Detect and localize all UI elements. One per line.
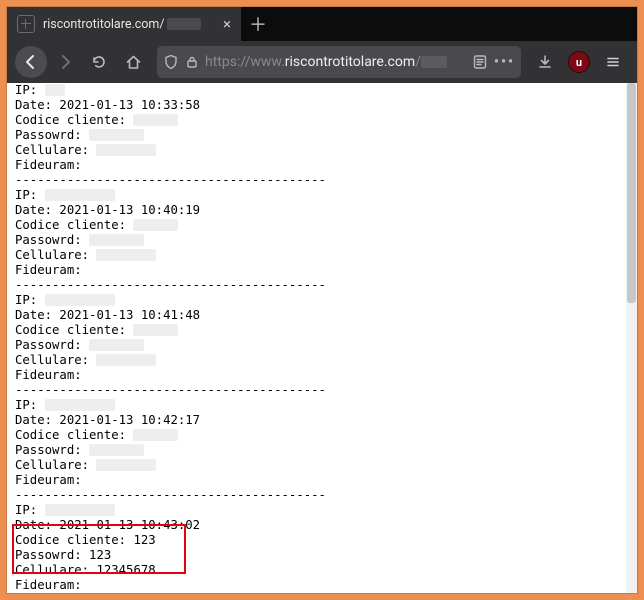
log-line: Passowrd: [15,233,623,248]
log-separator: ----------------------------------------… [15,383,623,398]
browser-window: riscontrotitolare.com/ × ＋ https://www.r… [7,7,637,593]
address-bar[interactable]: https://www.riscontrotitolare.com/ ••• [157,46,521,78]
log-line: Fideuram: [15,578,623,593]
log-line: Fideuram: [15,263,623,278]
tab-title: riscontrotitolare.com/ [43,17,215,32]
browser-toolbar: https://www.riscontrotitolare.com/ ••• u [7,41,637,83]
log-line: Cellulare: [15,248,623,263]
log-line: Date: 2021-01-13 10:40:19 [15,203,623,218]
log-line: Passowrd: 123 [15,548,623,563]
log-line: Fideuram: [15,473,623,488]
redacted-value [45,84,65,96]
reload-button[interactable] [83,46,115,78]
lock-icon [185,55,199,69]
redacted-value [89,234,144,246]
log-line: IP: [15,398,623,413]
log-separator: ----------------------------------------… [15,488,623,503]
log-line: Codice cliente: [15,113,623,128]
redacted-value [133,324,178,336]
log-line: Date: 2021-01-13 10:41:48 [15,308,623,323]
log-line: Cellulare: 12345678 [15,563,623,578]
reader-mode-icon[interactable] [472,54,488,70]
log-line: Cellulare: [15,458,623,473]
redacted-value [45,504,115,516]
new-tab-button[interactable]: ＋ [241,7,275,41]
url-text: https://www.riscontrotitolare.com/ [205,54,447,70]
redacted-value [133,429,178,441]
globe-icon [17,15,35,33]
browser-viewport: IP: Date: 2021-01-13 10:33:58Codice clie… [7,83,637,593]
log-line: Cellulare: [15,353,623,368]
redacted-value [89,339,144,351]
app-menu-button[interactable] [597,46,629,78]
log-line: IP: [15,503,623,518]
log-line: Date: 2021-01-13 10:33:58 [15,98,623,113]
log-separator: ----------------------------------------… [15,278,623,293]
log-line: Codice cliente: 123 [15,533,623,548]
downloads-button[interactable] [529,46,561,78]
log-line: Codice cliente: [15,428,623,443]
log-line: Passowrd: [15,338,623,353]
shield-icon [163,54,179,70]
log-line: Codice cliente: [15,323,623,338]
redacted-value [96,249,156,261]
close-icon[interactable]: × [223,17,231,32]
redacted-text [167,18,201,30]
log-separator: ----------------------------------------… [15,173,623,188]
redacted-value [96,354,156,366]
page-content: IP: Date: 2021-01-13 10:33:58Codice clie… [15,83,623,593]
log-line: Fideuram: [15,368,623,383]
log-line: IP: [15,83,623,98]
redacted-value [96,144,156,156]
ublock-icon: u [568,51,590,73]
log-line: Codice cliente: [15,218,623,233]
log-line: IP: [15,188,623,203]
redacted-value [133,114,178,126]
log-line: Passowrd: [15,443,623,458]
log-line: Date: 2021-01-13 10:43:02 [15,518,623,533]
redacted-value [96,459,156,471]
extension-ublock-button[interactable]: u [563,46,595,78]
redacted-value [89,444,144,456]
redacted-value [89,129,144,141]
redacted-value [133,219,178,231]
page-actions-icon[interactable]: ••• [494,54,515,70]
home-button[interactable] [117,46,149,78]
log-line: Cellulare: [15,143,623,158]
redacted-value [45,399,115,411]
log-line: IP: [15,293,623,308]
forward-button[interactable] [49,46,81,78]
tab-strip: riscontrotitolare.com/ × ＋ [7,7,637,41]
log-line: Fideuram: [15,158,623,173]
browser-tab[interactable]: riscontrotitolare.com/ × [7,7,241,41]
scrollbar-thumb[interactable] [627,83,636,303]
redacted-value [45,294,115,306]
scrollbar[interactable] [626,83,637,593]
redacted-text [421,56,447,68]
redacted-value [45,189,115,201]
log-line: Passowrd: [15,128,623,143]
log-line: Date: 2021-01-13 10:42:17 [15,413,623,428]
back-button[interactable] [15,46,47,78]
